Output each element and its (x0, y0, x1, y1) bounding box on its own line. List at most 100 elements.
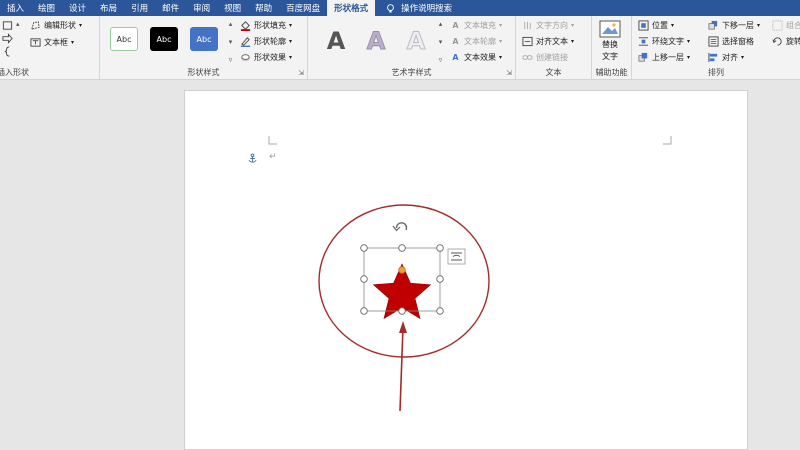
tab-review[interactable]: 审阅 (186, 0, 217, 16)
chevron-down-icon: ▾ (79, 22, 83, 29)
send-backward-icon (708, 20, 719, 31)
group-button[interactable]: 组合 (772, 20, 800, 31)
text-outline-icon: A (452, 37, 459, 46)
ribbon-tab-bar: 插入 绘图 设计 布局 引用 邮件 审阅 视图 帮助 百度网盘 形状格式 操作说… (0, 0, 800, 16)
resize-handle-bottom-right[interactable] (436, 307, 444, 315)
tab-insert[interactable]: 插入 (0, 0, 31, 16)
tab-view[interactable]: 视图 (217, 0, 248, 16)
edit-shape-button[interactable]: 编辑形状 ▾ (30, 20, 82, 31)
layout-options-button[interactable] (447, 248, 466, 265)
tab-references[interactable]: 引用 (124, 0, 155, 16)
wrap-text-button[interactable]: 环绕文字 ▾ (638, 36, 690, 47)
chevron-down-icon: ▾ (289, 38, 293, 45)
tab-baidu-netdisk[interactable]: 百度网盘 (279, 0, 327, 16)
edit-shape-icon (30, 20, 41, 31)
chevron-down-icon: ▾ (671, 22, 675, 29)
group-accessibility: 替换 文字 辅助功能 (592, 16, 632, 80)
group-insert-shapes: ▴ 编辑形状 ▾ 文本框 ▾ 插入形状 (0, 16, 100, 80)
create-link-label: 创建链接 (536, 53, 568, 62)
wordart-style-outline[interactable]: A (398, 26, 434, 56)
tab-shape-format[interactable]: 形状格式 (327, 0, 376, 16)
rotate-icon (772, 36, 783, 47)
rectangle-shape-icon (2, 20, 13, 31)
wrap-text-label: 环绕文字 (652, 37, 684, 46)
resize-handle-top-right[interactable] (436, 244, 444, 252)
shape-effects-button[interactable]: 形状效果 ▾ (240, 52, 292, 63)
chevron-down-icon: ▾ (687, 54, 691, 61)
shape-gallery[interactable] (2, 20, 13, 57)
brace-shape-icon (2, 46, 13, 57)
tab-layout[interactable]: 布局 (93, 0, 124, 16)
group-shape-styles: Abc Abc Abc ▴ ▾ ▿ 形状填充 ▾ 形状轮廓 ▾ 形状效果 ▾ 形… (100, 16, 308, 80)
shape-gallery-scroll[interactable]: ▴ (16, 20, 20, 28)
rotate-label: 旋转 (786, 37, 800, 46)
group-arrange: 位置 ▾ 环绕文字 ▾ 上移一层 ▾ 下移一层 ▾ 选择窗格 对齐 ▾ 组合 旋… (632, 16, 800, 80)
shape-style-blue[interactable]: Abc (190, 27, 218, 51)
selection-pane-button[interactable]: 选择窗格 (708, 36, 754, 47)
resize-handle-top-left[interactable] (360, 244, 368, 252)
tab-draw[interactable]: 绘图 (31, 0, 62, 16)
alt-text-label-1: 替换 (602, 40, 618, 49)
more-icon: ▿ (438, 56, 443, 64)
rotate-button[interactable]: 旋转 (772, 36, 800, 47)
text-effects-button[interactable]: A 文本效果 ▾ (450, 52, 502, 63)
scroll-up-icon: ▴ (228, 20, 233, 28)
send-backward-button[interactable]: 下移一层 ▾ (708, 20, 760, 31)
dialog-launcher-icon[interactable]: ⇲ (298, 69, 304, 77)
tab-help[interactable]: 帮助 (248, 0, 279, 16)
text-fill-button[interactable]: A 文本填充 ▾ (450, 20, 502, 31)
shape-fill-button[interactable]: 形状填充 ▾ (240, 20, 292, 31)
tell-me-search[interactable]: 操作说明搜索 (375, 0, 452, 16)
chevron-down-icon: ▾ (71, 39, 75, 46)
rotate-handle-icon[interactable] (392, 222, 408, 232)
text-effects-icon: A (452, 53, 459, 62)
dialog-launcher-icon[interactable]: ⇲ (506, 69, 512, 77)
shape-style-gallery-scroll[interactable]: ▴ ▾ ▿ (226, 20, 235, 64)
arrow-shape-icon (2, 33, 13, 44)
more-icon: ▿ (228, 56, 233, 64)
wordart-style-light[interactable]: A (358, 26, 394, 56)
resize-handle-left[interactable] (360, 275, 368, 283)
text-fill-icon: A (452, 21, 459, 30)
group-label: 组合 (786, 21, 800, 30)
tab-design[interactable]: 设计 (62, 0, 93, 16)
align-text-button[interactable]: 对齐文本 ▾ (522, 36, 574, 47)
document-area[interactable]: ↵ (0, 81, 800, 450)
resize-handle-bottom-left[interactable] (360, 307, 368, 315)
adjust-handle[interactable] (398, 266, 406, 274)
shape-style-white[interactable]: Abc (110, 27, 138, 51)
position-icon (638, 20, 649, 31)
scroll-up-icon: ▴ (438, 20, 443, 28)
position-button[interactable]: 位置 ▾ (638, 20, 674, 31)
text-box-button[interactable]: 文本框 ▾ (30, 37, 74, 48)
shape-outline-button[interactable]: 形状轮廓 ▾ (240, 36, 292, 47)
shape-effects-label: 形状效果 (254, 53, 286, 62)
text-box-label: 文本框 (44, 38, 68, 47)
shape-style-black[interactable]: Abc (150, 27, 178, 51)
text-box-icon (30, 37, 41, 48)
align-button[interactable]: 对齐 ▾ (708, 52, 744, 63)
alt-text-button[interactable]: 替换 文字 (599, 20, 621, 62)
text-direction-button[interactable]: 文字方向 ▾ (522, 20, 574, 31)
chevron-down-icon: ▾ (289, 22, 293, 29)
text-outline-button[interactable]: A 文本轮廓 ▾ (450, 36, 502, 47)
wordart-gallery-scroll[interactable]: ▴ ▾ ▿ (436, 20, 445, 64)
pen-icon (240, 36, 251, 47)
document-page[interactable]: ↵ (184, 90, 748, 450)
group-icon (772, 20, 783, 31)
bring-forward-button[interactable]: 上移一层 ▾ (638, 52, 690, 63)
resize-handle-top[interactable] (398, 244, 406, 252)
create-link-button[interactable]: 创建链接 (522, 52, 568, 63)
ribbon: ▴ 编辑形状 ▾ 文本框 ▾ 插入形状 Abc Abc Abc ▴ ▾ ▿ 形状… (0, 16, 800, 80)
resize-handle-bottom[interactable] (398, 307, 406, 315)
wordart-style-gray[interactable]: A (318, 26, 354, 56)
group-label-arrange: 排列 (708, 68, 724, 77)
chevron-down-icon: ▾ (757, 22, 761, 29)
tell-me-label: 操作说明搜索 (401, 4, 453, 14)
annotation-arrowhead (399, 321, 407, 333)
group-label-wordart: 艺术字样式 (391, 68, 432, 77)
annotation-arrow (399, 326, 404, 412)
align-text-label: 对齐文本 (536, 37, 568, 46)
resize-handle-right[interactable] (436, 275, 444, 283)
tab-mailings[interactable]: 邮件 (155, 0, 186, 16)
